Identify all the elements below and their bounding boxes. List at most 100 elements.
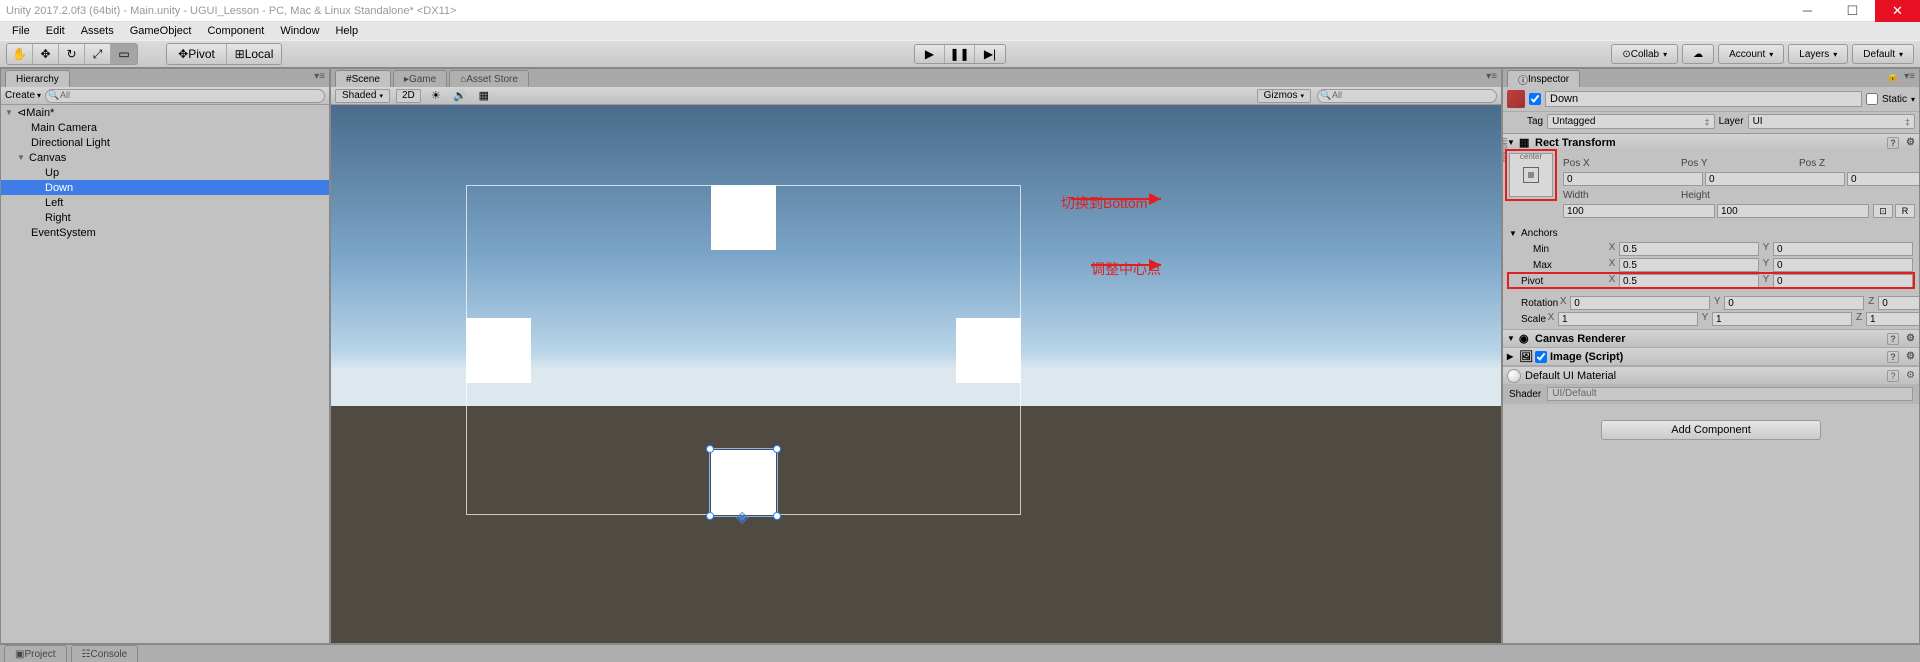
fold-icon[interactable]: ▼ [1507,334,1519,343]
anchors-fold-icon[interactable]: ▼ [1509,229,1521,238]
scene-search[interactable]: All [1317,89,1497,103]
tree-item-directional-light[interactable]: Directional Light [1,135,329,150]
lock-icon[interactable]: 🔓 [1887,71,1899,82]
anchor-preset-button[interactable]: center bottom [1509,153,1553,197]
anchor-min-x[interactable] [1619,242,1759,256]
layers-dropdown[interactable]: Layers [1788,44,1848,64]
fx-toggle[interactable]: ▦ [475,89,493,103]
rot-x[interactable] [1570,296,1710,310]
add-component-button[interactable]: Add Component [1601,420,1821,440]
minimize-button[interactable]: ─ [1785,0,1830,22]
inspector-tab[interactable]: ⓘ Inspector [1507,70,1580,87]
hierarchy-tab[interactable]: Hierarchy [5,70,70,87]
rect-tool[interactable]: ▭ [111,44,137,64]
menu-gameobject[interactable]: GameObject [122,25,200,37]
hand-tool[interactable]: ✋ [7,44,33,64]
scene-viewport[interactable]: ◈ 切换到Bottom 调整中心点 [331,105,1501,643]
shading-mode-dropdown[interactable]: Shaded [335,89,390,103]
rot-y[interactable] [1724,296,1864,310]
cloud-button[interactable]: ☁ [1682,44,1714,64]
pivot-y[interactable] [1773,274,1913,288]
close-button[interactable]: ✕ [1875,0,1920,22]
create-dropdown[interactable]: Create [5,90,41,101]
anchor-min-y[interactable] [1773,242,1913,256]
tree-item-down[interactable]: Down [1,180,329,195]
menu-file[interactable]: File [4,25,38,37]
tree-item-main-camera[interactable]: Main Camera [1,120,329,135]
panel-menu-icon[interactable]: ▾≡ [1486,71,1497,82]
tag-dropdown[interactable]: Untagged [1547,114,1714,129]
menu-component[interactable]: Component [199,25,272,37]
gear-icon[interactable]: ⚙ [1906,137,1915,148]
tree-item-up[interactable]: Up [1,165,329,180]
lighting-toggle[interactable]: ☀ [427,89,445,103]
height-field[interactable] [1717,204,1869,218]
pause-button[interactable]: ❚❚ [945,45,975,63]
menu-help[interactable]: Help [327,25,366,37]
help-icon[interactable]: ? [1887,370,1899,382]
help-icon[interactable]: ? [1887,351,1899,363]
play-button[interactable]: ▶ [915,45,945,63]
console-tab[interactable]: ☷ Console [71,645,139,662]
ui-left [466,318,531,383]
active-checkbox[interactable] [1529,93,1541,105]
posx-field[interactable] [1563,172,1703,186]
gear-icon[interactable]: ⚙ [1906,351,1915,362]
menu-assets[interactable]: Assets [73,25,122,37]
scale-y[interactable] [1712,312,1852,326]
collab-dropdown[interactable]: ⊙ Collab [1611,44,1678,64]
panel-menu-icon[interactable]: ▾≡ [314,71,325,82]
tree-item-left[interactable]: Left [1,195,329,210]
material-header[interactable]: Default UI Material ? ⚙ [1503,366,1919,384]
layout-dropdown[interactable]: Default [1852,44,1914,64]
static-checkbox[interactable] [1866,93,1878,105]
gizmos-dropdown[interactable]: Gizmos [1257,89,1311,103]
raw-edit-button[interactable]: R [1895,204,1915,218]
audio-toggle[interactable]: 🔊 [451,89,469,103]
blueprint-mode-button[interactable]: ⊡ [1873,204,1893,218]
gameobject-name-field[interactable] [1545,91,1862,107]
layer-dropdown[interactable]: UI [1748,114,1915,129]
game-tab[interactable]: ▸ Game [393,70,447,87]
mode-2d-toggle[interactable]: 2D [396,89,421,103]
rot-z[interactable] [1878,296,1919,310]
scene-tab[interactable]: # Scene [335,70,391,87]
width-field[interactable] [1563,204,1715,218]
canvas-renderer-header[interactable]: ▼ ◉ Canvas Renderer ? ⚙ [1503,330,1919,347]
tree-item-canvas[interactable]: ▼Canvas [1,150,329,165]
project-tab[interactable]: ▣ Project [4,645,67,662]
scale-x[interactable] [1558,312,1698,326]
tree-item-right[interactable]: Right [1,210,329,225]
rotate-tool[interactable]: ↻ [59,44,85,64]
help-icon[interactable]: ? [1887,333,1899,345]
pivot-x[interactable] [1619,274,1759,288]
step-button[interactable]: ▶| [975,45,1005,63]
hierarchy-search[interactable]: All [45,89,325,103]
anchor-max-y[interactable] [1773,258,1913,272]
image-enabled-checkbox[interactable] [1535,351,1547,363]
move-tool[interactable]: ✥ [33,44,59,64]
posy-field[interactable] [1705,172,1845,186]
gear-icon[interactable]: ⚙ [1906,370,1915,381]
account-dropdown[interactable]: Account [1718,44,1784,64]
fold-icon[interactable]: ▶ [1507,352,1519,361]
posz-field[interactable] [1847,172,1919,186]
menu-window[interactable]: Window [272,25,327,37]
image-component-header[interactable]: ▶ 🖼 Image (Script) ? ⚙ [1503,348,1919,365]
shader-dropdown[interactable]: UI/Default [1547,387,1913,401]
maximize-button[interactable]: ☐ [1830,0,1875,22]
scene-root[interactable]: ▼⊲ Main* [1,105,329,120]
menu-edit[interactable]: Edit [38,25,73,37]
static-dropdown-icon[interactable]: ▾ [1911,95,1915,104]
scale-z[interactable] [1866,312,1919,326]
pivot-toggle[interactable]: ✥ Pivot [167,44,227,64]
scale-tool[interactable]: ⤢ [85,44,111,64]
help-icon[interactable]: ? [1887,137,1899,149]
tag-label: Tag [1527,116,1543,127]
local-toggle[interactable]: ⊞ Local [227,44,281,64]
asset-store-tab[interactable]: ⌂ Asset Store [449,70,529,87]
tree-item-eventsystem[interactable]: EventSystem [1,225,329,240]
anchor-max-x[interactable] [1619,258,1759,272]
panel-menu-icon[interactable]: ▾≡ [1904,71,1915,82]
gear-icon[interactable]: ⚙ [1906,333,1915,344]
